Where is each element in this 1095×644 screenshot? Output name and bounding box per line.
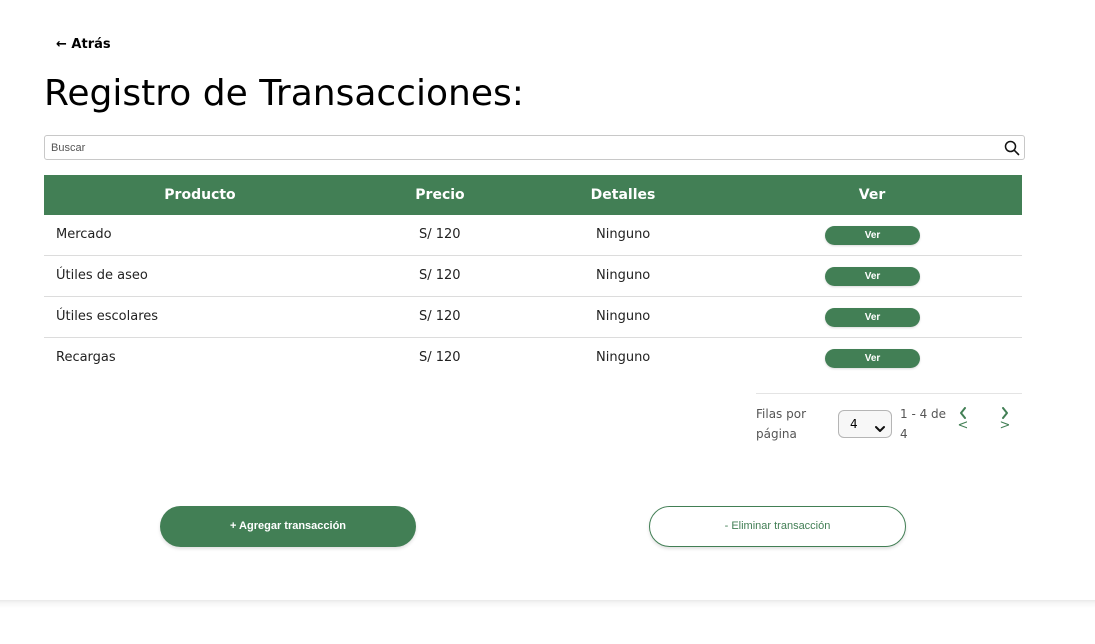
cell-price: S/ 120 xyxy=(419,350,461,365)
page-range-text: 1 - 4 de 4 xyxy=(900,407,947,441)
cell-product: Recargas xyxy=(56,350,116,365)
pagination: Filas por página 4 1 - 4 de 4 < > xyxy=(756,393,1022,449)
column-header-price: Precio xyxy=(415,187,465,203)
search-bar xyxy=(44,135,1025,160)
previous-page-fallback: < xyxy=(957,418,969,433)
add-transaction-button[interactable]: + Agregar transacción xyxy=(160,506,416,547)
cell-details: Ninguno xyxy=(596,268,651,283)
search-input[interactable] xyxy=(51,139,991,156)
page-bottom-shadow xyxy=(0,600,1095,644)
table-row: Útiles escolares S/ 120 Ninguno Ver xyxy=(44,297,1022,338)
view-button[interactable]: Ver xyxy=(825,308,920,327)
rows-per-page-label: Filas por página xyxy=(756,407,807,441)
previous-page-button[interactable]: < xyxy=(956,407,970,432)
cell-price: S/ 120 xyxy=(419,309,461,324)
cell-details: Ninguno xyxy=(596,309,651,324)
column-header-view: Ver xyxy=(858,187,886,203)
view-button[interactable]: Ver xyxy=(825,267,920,286)
page-title: Registro de Transacciones: xyxy=(44,73,524,114)
search-icon[interactable] xyxy=(1004,140,1020,156)
cell-price: S/ 120 xyxy=(419,268,461,283)
cell-details: Ninguno xyxy=(596,227,651,242)
cell-product: Mercado xyxy=(56,227,112,242)
table-row: Mercado S/ 120 Ninguno Ver xyxy=(44,215,1022,256)
rows-per-page-value: 4 xyxy=(850,417,858,431)
page: ← Atrás Registro de Transacciones: Produ… xyxy=(0,0,1095,600)
table-row: Útiles de aseo S/ 120 Ninguno Ver xyxy=(44,256,1022,297)
view-button[interactable]: Ver xyxy=(825,349,920,368)
table-header: Producto Precio Detalles Ver xyxy=(44,175,1022,215)
chevron-down-icon xyxy=(875,420,885,432)
cell-details: Ninguno xyxy=(596,350,651,365)
next-page-button[interactable]: > xyxy=(998,407,1012,432)
view-button[interactable]: Ver xyxy=(825,226,920,245)
rows-per-page-select[interactable]: 4 xyxy=(838,410,892,438)
next-page-fallback: > xyxy=(999,418,1011,433)
column-header-product: Producto xyxy=(164,187,236,203)
delete-transaction-button[interactable]: - Eliminar transacción xyxy=(649,506,906,547)
cell-product: Útiles escolares xyxy=(56,309,159,324)
transactions-table: Producto Precio Detalles Ver Mercado S/ … xyxy=(44,175,1022,379)
table-row: Recargas S/ 120 Ninguno Ver xyxy=(44,338,1022,379)
back-link[interactable]: ← Atrás xyxy=(56,37,111,52)
cell-product: Útiles de aseo xyxy=(56,268,148,283)
column-header-details: Detalles xyxy=(590,187,656,203)
cell-price: S/ 120 xyxy=(419,227,461,242)
